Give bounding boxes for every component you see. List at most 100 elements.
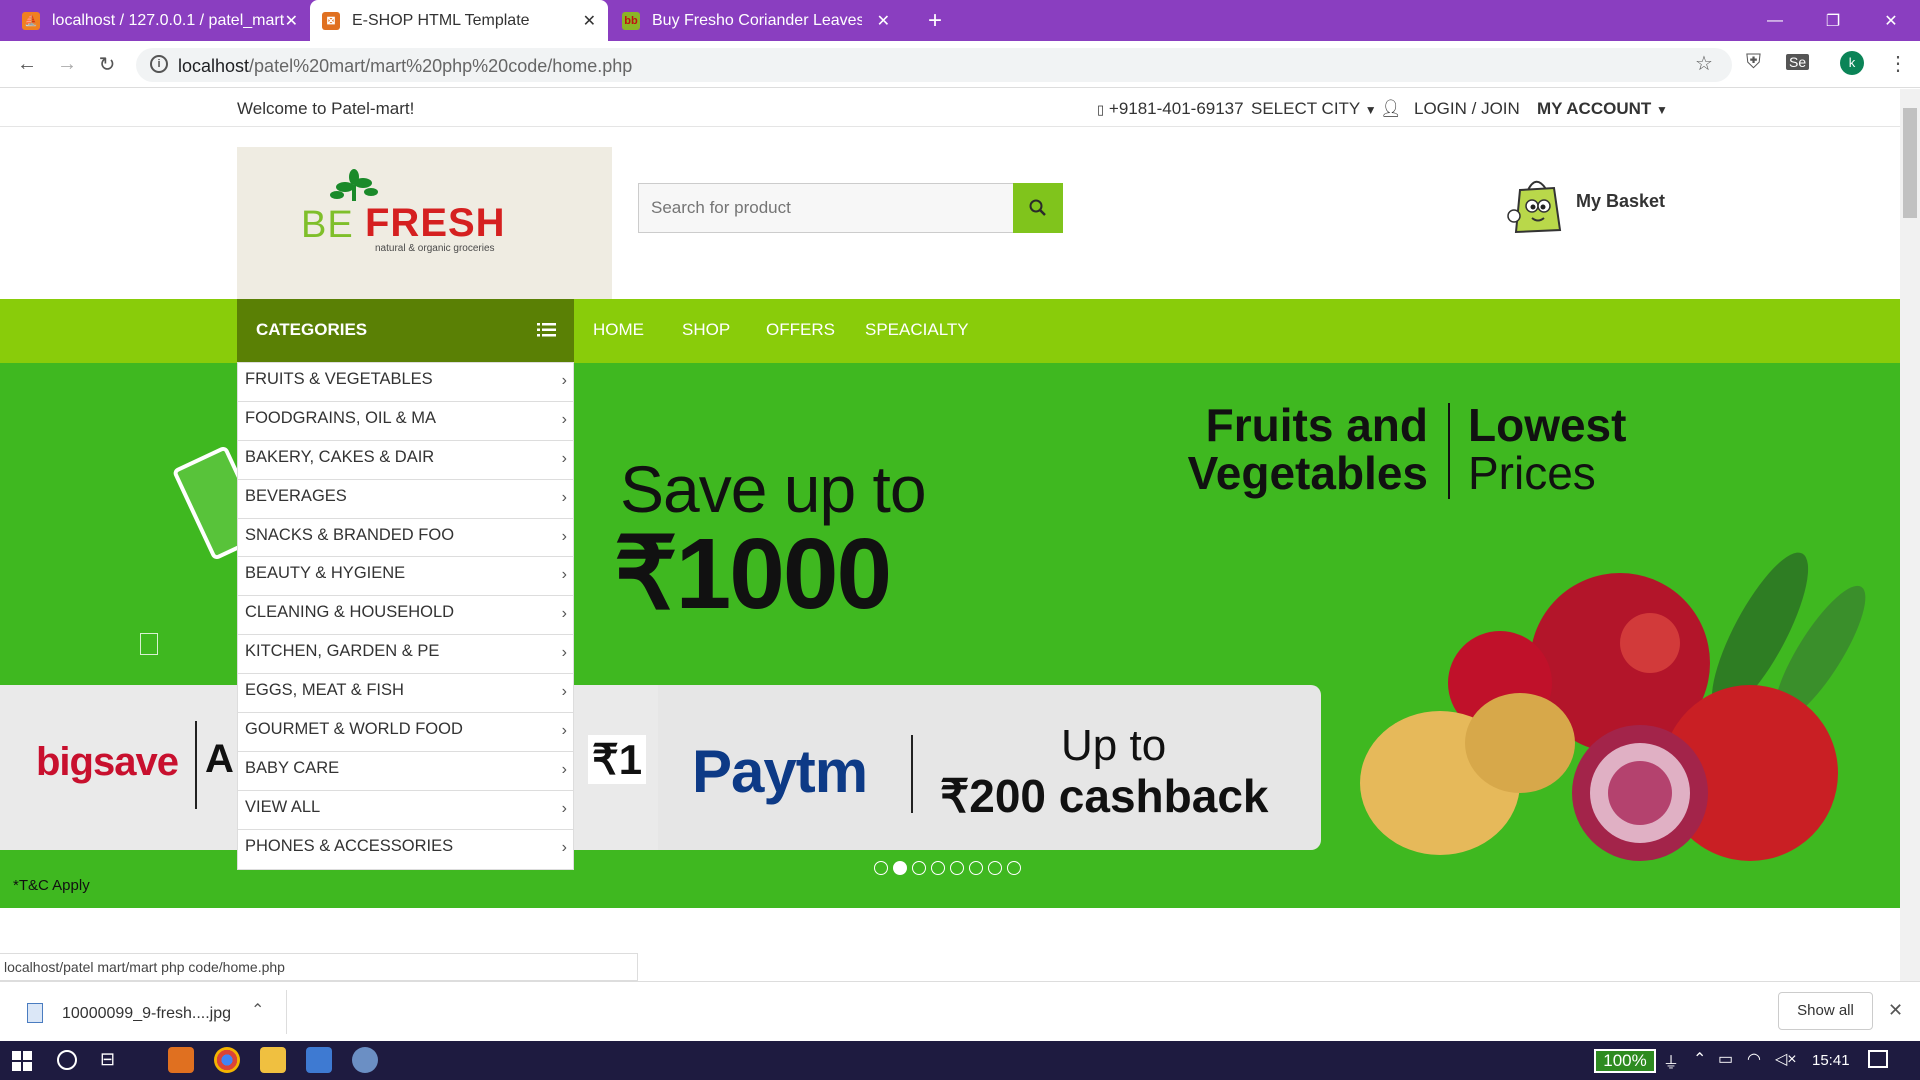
- scrollbar[interactable]: [1900, 89, 1920, 981]
- caret-down-icon: ▼: [1656, 103, 1668, 117]
- category-item[interactable]: BABY CARE ›: [238, 752, 573, 791]
- power-plug-icon[interactable]: ⏚: [1663, 1049, 1679, 1073]
- scrollbar-thumb[interactable]: [1903, 108, 1917, 218]
- carousel-dot[interactable]: [912, 861, 926, 875]
- chrome-app-icon[interactable]: [214, 1047, 240, 1073]
- chevron-right-icon: ›: [561, 527, 567, 545]
- volume-muted-icon[interactable]: ◁×: [1775, 1049, 1797, 1069]
- my-account-dropdown[interactable]: MY ACCOUNT ▼: [1537, 99, 1668, 119]
- browser-toolbar: ← → ↻ i localhost/patel%20mart/mart%20ph…: [0, 41, 1920, 88]
- category-item[interactable]: FOODGRAINS, OIL & MA ›: [238, 402, 573, 441]
- phone-icon: ▯: [1097, 102, 1105, 117]
- battery-icon[interactable]: ▭: [1718, 1049, 1733, 1069]
- info-icon[interactable]: i: [150, 55, 168, 73]
- phone-number[interactable]: ▯ +9181-401-69137: [1097, 99, 1244, 119]
- category-item[interactable]: CLEANING & HOUSEHOLD ›: [238, 596, 573, 636]
- new-tab-button[interactable]: +: [916, 0, 956, 41]
- close-tab-icon[interactable]: ✕: [583, 11, 596, 31]
- download-filename[interactable]: 10000099_9-fresh....jpg: [62, 1005, 231, 1023]
- nav-home[interactable]: HOME: [593, 320, 644, 340]
- menu-kebab-icon[interactable]: ⋮: [1888, 51, 1908, 76]
- close-tab-icon[interactable]: ✕: [285, 11, 298, 31]
- reload-icon[interactable]: ↻: [92, 49, 122, 79]
- task-view-icon[interactable]: ⊟: [100, 1049, 115, 1070]
- search-circle-icon[interactable]: [57, 1050, 77, 1070]
- chevron-up-icon[interactable]: ⌃: [251, 1000, 264, 1020]
- search-input[interactable]: [638, 183, 1013, 233]
- carousel-dot[interactable]: [969, 861, 983, 875]
- back-icon[interactable]: ←: [12, 49, 42, 79]
- category-item[interactable]: KITCHEN, GARDEN & PE ›: [238, 635, 573, 675]
- url-text[interactable]: localhost/patel%20mart/mart%20php%20code…: [178, 56, 632, 77]
- category-item[interactable]: SNACKS & BRANDED FOO ›: [238, 519, 573, 558]
- select-city-dropdown[interactable]: SELECT CITY ▼: [1251, 99, 1377, 119]
- carousel-dot[interactable]: [931, 861, 945, 875]
- cashback-line-2: ₹200 cashback: [940, 770, 1269, 822]
- chevron-right-icon: ›: [561, 799, 567, 817]
- image-file-icon: [27, 1003, 43, 1023]
- categories-toggle[interactable]: CATEGORIES: [237, 299, 574, 363]
- bookmark-star-icon[interactable]: ☆: [1695, 51, 1713, 76]
- bigsave-amount: ₹1: [588, 735, 647, 784]
- file-explorer-icon[interactable]: [260, 1047, 286, 1073]
- forward-icon[interactable]: →: [52, 49, 82, 79]
- minimize-icon[interactable]: —: [1746, 0, 1804, 41]
- clock[interactable]: 15:41: [1812, 1052, 1850, 1069]
- wifi-icon[interactable]: ◠: [1747, 1049, 1761, 1069]
- category-item[interactable]: EGGS, MEAT & FISH ›: [238, 674, 573, 714]
- nav-shop[interactable]: SHOP: [682, 320, 730, 340]
- show-hidden-icons-icon[interactable]: ⌃: [1693, 1049, 1706, 1069]
- category-item[interactable]: VIEW ALL ›: [238, 791, 573, 830]
- login-link[interactable]: LOGIN / JOIN: [1414, 99, 1520, 119]
- category-item[interactable]: GOURMET & WORLD FOOD ›: [238, 713, 573, 752]
- cashback-line-1: Up to: [1061, 721, 1167, 770]
- browser-tab-bar: ⛵ localhost / 127.0.0.1 / patel_mart ✕ ⊠…: [0, 0, 1920, 41]
- category-item[interactable]: FRUITS & VEGETABLES ›: [238, 363, 573, 402]
- category-item[interactable]: BEVERAGES ›: [238, 480, 573, 519]
- app-icon[interactable]: [352, 1047, 378, 1073]
- basket-icon[interactable]: [1506, 172, 1566, 234]
- close-downloads-icon[interactable]: ✕: [1888, 1000, 1903, 1021]
- close-tab-icon[interactable]: ✕: [877, 11, 890, 31]
- nav-specialty[interactable]: SPEACIALTY: [865, 320, 969, 340]
- my-basket-label[interactable]: My Basket: [1576, 191, 1665, 212]
- se-extension-icon[interactable]: Se: [1786, 54, 1810, 70]
- battery-percentage[interactable]: 100%: [1594, 1049, 1656, 1073]
- chevron-right-icon: ›: [561, 410, 567, 428]
- carousel-dot[interactable]: [950, 861, 964, 875]
- carousel-dot[interactable]: [988, 861, 1002, 875]
- close-window-icon[interactable]: ✕: [1862, 0, 1920, 41]
- carousel-dots: [874, 861, 1021, 875]
- carousel-dot[interactable]: [874, 861, 888, 875]
- tab-phpmyadmin[interactable]: ⛵ localhost / 127.0.0.1 / patel_mart ✕: [10, 0, 310, 41]
- windows-taskbar: ⊟ 100% ⏚ ⌃ ▭ ◠ ◁× 15:41: [0, 1041, 1920, 1080]
- logo[interactable]: BE FRESH natural & organic groceries: [237, 147, 612, 310]
- downloads-bar: 10000099_9-fresh....jpg ⌃ Show all ✕: [0, 981, 1920, 1041]
- profile-avatar[interactable]: k: [1840, 51, 1864, 75]
- xampp-app-icon[interactable]: [168, 1047, 194, 1073]
- tab-fresho[interactable]: bb Buy Fresho Coriander Leaves 500 ✕: [610, 0, 902, 41]
- prev-slide-icon[interactable]: [140, 633, 158, 655]
- notifications-icon[interactable]: [1868, 1050, 1888, 1068]
- web-page: Welcome to Patel-mart! ▯ +9181-401-69137…: [0, 89, 1900, 981]
- carousel-dot-active[interactable]: [893, 861, 907, 875]
- address-bar[interactable]: i localhost/patel%20mart/mart%20php%20co…: [136, 48, 1732, 82]
- tc-text: *T&C Apply: [13, 877, 90, 894]
- windows-start-icon[interactable]: [12, 1051, 32, 1071]
- restore-icon[interactable]: ❐: [1804, 0, 1862, 41]
- search-button[interactable]: [1013, 183, 1063, 233]
- notepad-app-icon[interactable]: [306, 1047, 332, 1073]
- chevron-right-icon: ›: [561, 605, 567, 623]
- chevron-right-icon: ›: [561, 566, 567, 584]
- show-all-button[interactable]: Show all: [1778, 992, 1873, 1030]
- category-item[interactable]: BAKERY, CAKES & DAIR ›: [238, 441, 573, 480]
- shield-extension-icon[interactable]: ⛨: [1746, 51, 1761, 74]
- main-nav: CATEGORIES HOME SHOP OFFERS SPEACIALTY: [0, 299, 1900, 363]
- category-item[interactable]: PHONES & ACCESSORIES ›: [238, 830, 573, 869]
- tab-eshop[interactable]: ⊠ E-SHOP HTML Template ✕: [310, 0, 608, 41]
- carousel-dot[interactable]: [1007, 861, 1021, 875]
- nav-offers[interactable]: OFFERS: [766, 320, 835, 340]
- bigsave-text: A: [205, 737, 234, 781]
- paytm-divider: [911, 735, 913, 813]
- category-item[interactable]: BEAUTY & HYGIENE ›: [238, 557, 573, 597]
